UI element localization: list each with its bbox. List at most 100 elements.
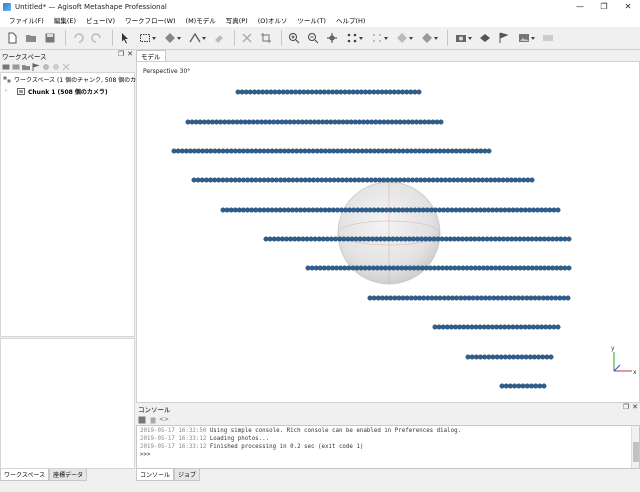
open-icon[interactable]: [23, 30, 39, 46]
scrollbar-thumb[interactable]: [633, 442, 639, 462]
camera-marker[interactable]: [566, 236, 572, 242]
camera-marker[interactable]: [331, 177, 337, 183]
menu-tools[interactable]: ツール(T): [292, 15, 331, 25]
camera-marker[interactable]: [498, 354, 504, 360]
menu-ortho[interactable]: (O)オルソ: [253, 15, 293, 25]
camera-marker[interactable]: [523, 354, 529, 360]
camera-marker[interactable]: [529, 177, 535, 183]
clear-log-icon[interactable]: [149, 416, 157, 424]
menu-photo[interactable]: 写真(P): [221, 15, 253, 25]
camera-marker[interactable]: [469, 354, 475, 360]
camera-marker[interactable]: [216, 177, 222, 183]
camera-marker[interactable]: [480, 177, 486, 183]
move-icon[interactable]: [324, 30, 340, 46]
maximize-button[interactable]: ❐: [592, 0, 616, 13]
camera-marker[interactable]: [537, 383, 543, 389]
menu-edit[interactable]: 編集(E): [49, 15, 81, 25]
zoom-out-icon[interactable]: [305, 30, 321, 46]
camera-marker[interactable]: [533, 383, 539, 389]
scene-canvas[interactable]: y x: [137, 62, 640, 403]
camera-marker[interactable]: [236, 177, 242, 183]
camera-marker[interactable]: [371, 295, 377, 301]
camera-marker[interactable]: [512, 383, 518, 389]
camera-marker[interactable]: [405, 177, 411, 183]
menu-file[interactable]: ファイル(F): [4, 15, 49, 25]
camera-marker[interactable]: [500, 177, 506, 183]
menu-workflow[interactable]: ワークフロー(W): [120, 15, 181, 25]
camera-marker[interactable]: [247, 89, 253, 95]
camera-marker[interactable]: [482, 354, 488, 360]
add-folder-icon[interactable]: [22, 63, 30, 71]
panel-icon[interactable]: [540, 30, 556, 46]
camera-marker[interactable]: [416, 89, 422, 95]
close-panel-icon[interactable]: ✕: [632, 403, 638, 411]
close-button[interactable]: ✕: [616, 0, 640, 13]
image-icon[interactable]: [515, 30, 537, 46]
camera-marker[interactable]: [294, 177, 300, 183]
marker-icon[interactable]: [496, 30, 512, 46]
menu-model[interactable]: (M)モデル: [181, 15, 221, 25]
ruler-icon[interactable]: [186, 30, 208, 46]
console-output[interactable]: 2019-05-17 16:32:50 Using simple console…: [136, 425, 640, 469]
point-cloud-icon[interactable]: [343, 30, 365, 46]
camera-marker[interactable]: [490, 354, 496, 360]
camera-marker[interactable]: [499, 383, 505, 389]
expand-arrow-icon[interactable]: ›: [3, 88, 9, 95]
add-photos-icon[interactable]: [12, 63, 20, 71]
camera-marker[interactable]: [470, 295, 476, 301]
zoom-in-icon[interactable]: [286, 30, 302, 46]
enable-icon[interactable]: [42, 63, 50, 71]
camera-marker[interactable]: [454, 295, 460, 301]
mesh-icon[interactable]: [393, 30, 415, 46]
camera-marker[interactable]: [486, 148, 492, 154]
add-chunk-icon[interactable]: [2, 63, 10, 71]
camera-marker[interactable]: [520, 383, 526, 389]
camera-marker[interactable]: [524, 383, 530, 389]
texture-icon[interactable]: [418, 30, 440, 46]
show-cameras-icon[interactable]: [477, 30, 493, 46]
save-icon[interactable]: [42, 30, 58, 46]
new-icon[interactable]: [4, 30, 20, 46]
minimize-button[interactable]: —: [568, 0, 592, 13]
grid-icon[interactable]: [368, 30, 390, 46]
camera-marker[interactable]: [519, 354, 525, 360]
camera-marker[interactable]: [273, 177, 279, 183]
navigate-icon[interactable]: [161, 30, 183, 46]
tree-item-chunk[interactable]: › Chunk 1 (508 個のカメラ): [1, 85, 134, 97]
camera-marker[interactable]: [541, 383, 547, 389]
float-icon[interactable]: ❐: [623, 403, 629, 411]
disable-icon[interactable]: [52, 63, 60, 71]
camera-marker[interactable]: [367, 89, 373, 95]
flag-icon[interactable]: [32, 62, 40, 71]
camera-marker[interactable]: [517, 177, 523, 183]
tab-reference[interactable]: 座標データ: [49, 469, 88, 481]
camera-marker[interactable]: [531, 354, 537, 360]
camera-marker[interactable]: [487, 295, 493, 301]
camera-marker[interactable]: [199, 177, 205, 183]
run-script-icon[interactable]: <>: [159, 416, 169, 424]
camera-marker[interactable]: [503, 295, 509, 301]
camera-marker[interactable]: [437, 295, 443, 301]
console-prompt[interactable]: >>>: [140, 452, 636, 460]
camera-marker[interactable]: [348, 177, 354, 183]
camera-marker[interactable]: [400, 89, 406, 95]
camera-marker[interactable]: [555, 207, 561, 213]
camera-marker[interactable]: [421, 295, 427, 301]
camera-marker[interactable]: [442, 177, 448, 183]
console-scrollbar[interactable]: [631, 426, 639, 468]
camera-marker[interactable]: [309, 89, 315, 95]
undo-icon[interactable]: [70, 30, 86, 46]
delete-icon[interactable]: [239, 30, 255, 46]
camera-marker[interactable]: [253, 177, 259, 183]
menu-view[interactable]: ビュー(V): [81, 15, 120, 25]
float-icon[interactable]: ❐: [118, 50, 124, 58]
tab-jobs[interactable]: ジョブ: [174, 469, 201, 481]
camera-marker[interactable]: [463, 177, 469, 183]
camera-marker[interactable]: [536, 295, 542, 301]
tab-model[interactable]: モデル: [136, 50, 166, 61]
redo-icon[interactable]: [89, 30, 105, 46]
menu-help[interactable]: ヘルプ(H): [331, 15, 370, 25]
camera-marker[interactable]: [338, 89, 344, 95]
tab-console[interactable]: コンソール: [136, 469, 175, 481]
camera-marker[interactable]: [520, 295, 526, 301]
